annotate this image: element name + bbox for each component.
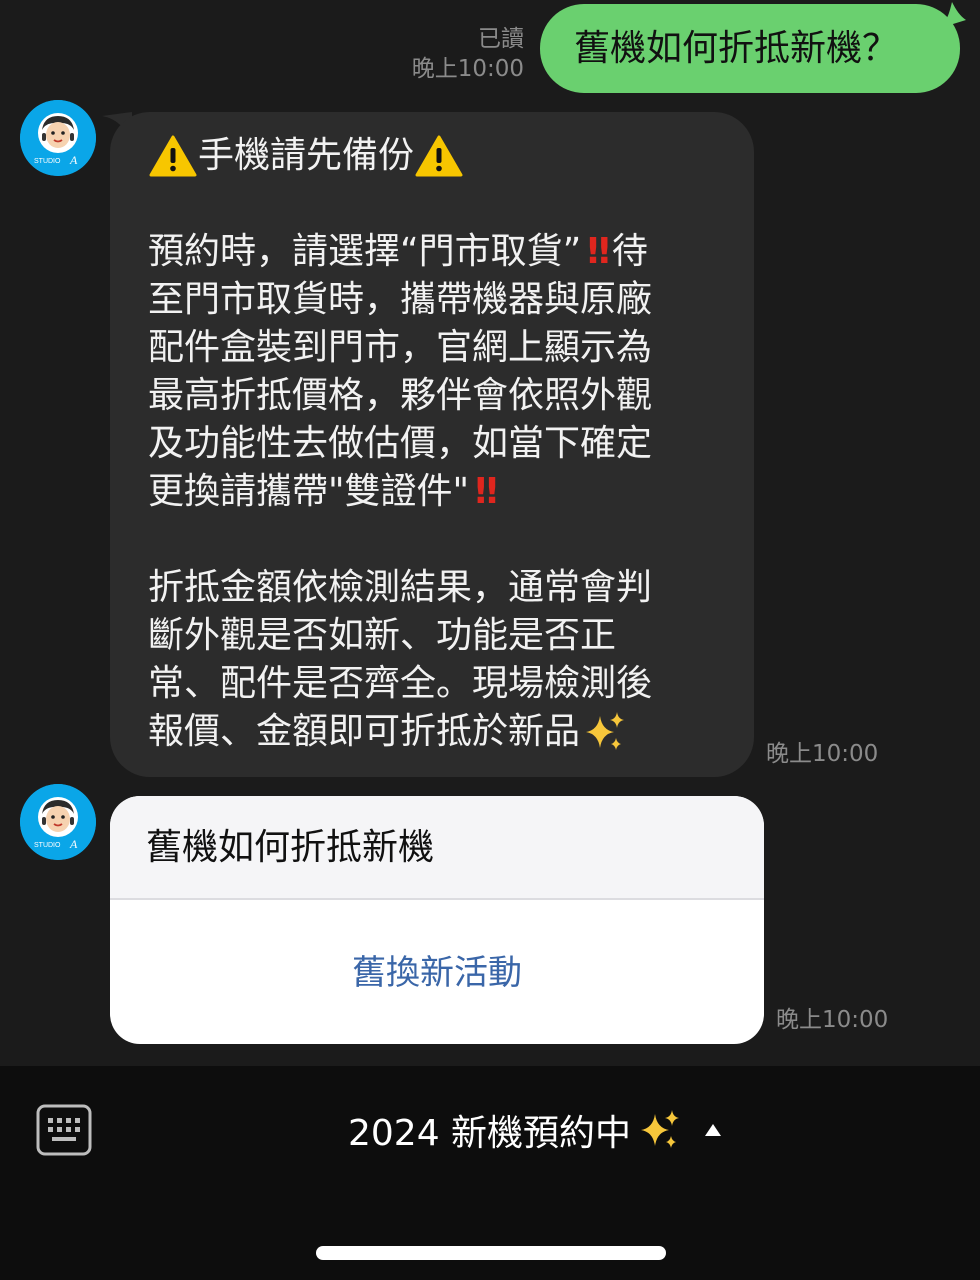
avatar[interactable]: STUDIO A bbox=[20, 100, 96, 176]
message-line: 常、配件是否齊全。現場檢測後 bbox=[148, 663, 653, 704]
message-title: 手機請先備份 bbox=[198, 135, 415, 176]
message-title-line: 手機請先備份 bbox=[148, 132, 724, 180]
trade-in-event-button[interactable]: 舊換新活動 bbox=[110, 900, 764, 1042]
double-exclamation-icon: ‼ bbox=[475, 471, 497, 512]
outgoing-message-text: 舊機如何折抵新機？ bbox=[574, 28, 899, 69]
message-line: 斷外觀是否如新、功能是否正 bbox=[148, 615, 617, 656]
outgoing-message-bubble[interactable]: 舊機如何折抵新機？ bbox=[540, 4, 960, 93]
message-line: 更換請攜帶"雙證件" ‼ bbox=[148, 468, 724, 516]
sparkles-icon bbox=[586, 712, 625, 750]
card-time: 晚上10:00 bbox=[776, 1007, 889, 1033]
double-exclamation-icon: ‼ bbox=[587, 231, 609, 272]
svg-text:A: A bbox=[69, 837, 78, 851]
svg-text:STUDIO: STUDIO bbox=[34, 158, 61, 165]
message-line: 預約時，請選擇“門市取貨” ‼ 待 bbox=[148, 228, 724, 276]
message-line: 報價、金額即可折抵於新品 bbox=[148, 708, 724, 756]
chat-area: 已讀 晚上10:00 舊機如何折抵新機？ STUDIO A 手機請先備份 預約時… bbox=[0, 0, 980, 1066]
incoming-message-bubble[interactable]: 手機請先備份 預約時，請選擇“門市取貨” ‼ 待 至門市取貨時，攜帶機器與原廠 … bbox=[110, 112, 754, 777]
sparkles-icon bbox=[641, 1110, 680, 1148]
warning-icon bbox=[149, 135, 197, 177]
card-title: 舊機如何折抵新機 bbox=[110, 796, 764, 900]
message-line: 配件盒裝到門市，官網上顯示為 bbox=[148, 327, 653, 368]
avatar[interactable]: STUDIO A bbox=[20, 784, 96, 860]
bubble-tail-icon bbox=[940, 2, 966, 28]
button-template-card: 舊機如何折抵新機 舊換新活動 bbox=[110, 796, 764, 1044]
message-line: 至門市取貨時，攜帶機器與原廠 bbox=[148, 279, 653, 320]
message-line: 最高折抵價格，夥伴會依照外觀 bbox=[148, 375, 653, 416]
message-line: 及功能性去做估價，如當下確定 bbox=[148, 423, 653, 464]
incoming-message-time: 晚上10:00 bbox=[766, 741, 879, 767]
keyboard-icon[interactable] bbox=[36, 1104, 92, 1156]
studio-a-avatar-icon: STUDIO A bbox=[20, 784, 96, 860]
message-line: 折抵金額依檢測結果，通常會判 bbox=[148, 567, 653, 608]
rich-menu-label: 2024 新機預約中 bbox=[348, 1113, 632, 1154]
warning-icon bbox=[415, 135, 463, 177]
studio-a-avatar-icon: STUDIO A bbox=[20, 100, 96, 176]
home-indicator bbox=[316, 1246, 666, 1260]
outgoing-meta: 已讀 晚上10:00 bbox=[412, 24, 524, 84]
caret-up-icon bbox=[705, 1124, 722, 1136]
svg-text:A: A bbox=[69, 153, 78, 167]
rich-menu-toggle[interactable]: 2024 新機預約中 bbox=[348, 1102, 722, 1158]
outgoing-time: 晚上10:00 bbox=[411, 56, 524, 82]
read-status: 已讀 bbox=[478, 26, 524, 52]
svg-text:STUDIO: STUDIO bbox=[34, 842, 61, 849]
